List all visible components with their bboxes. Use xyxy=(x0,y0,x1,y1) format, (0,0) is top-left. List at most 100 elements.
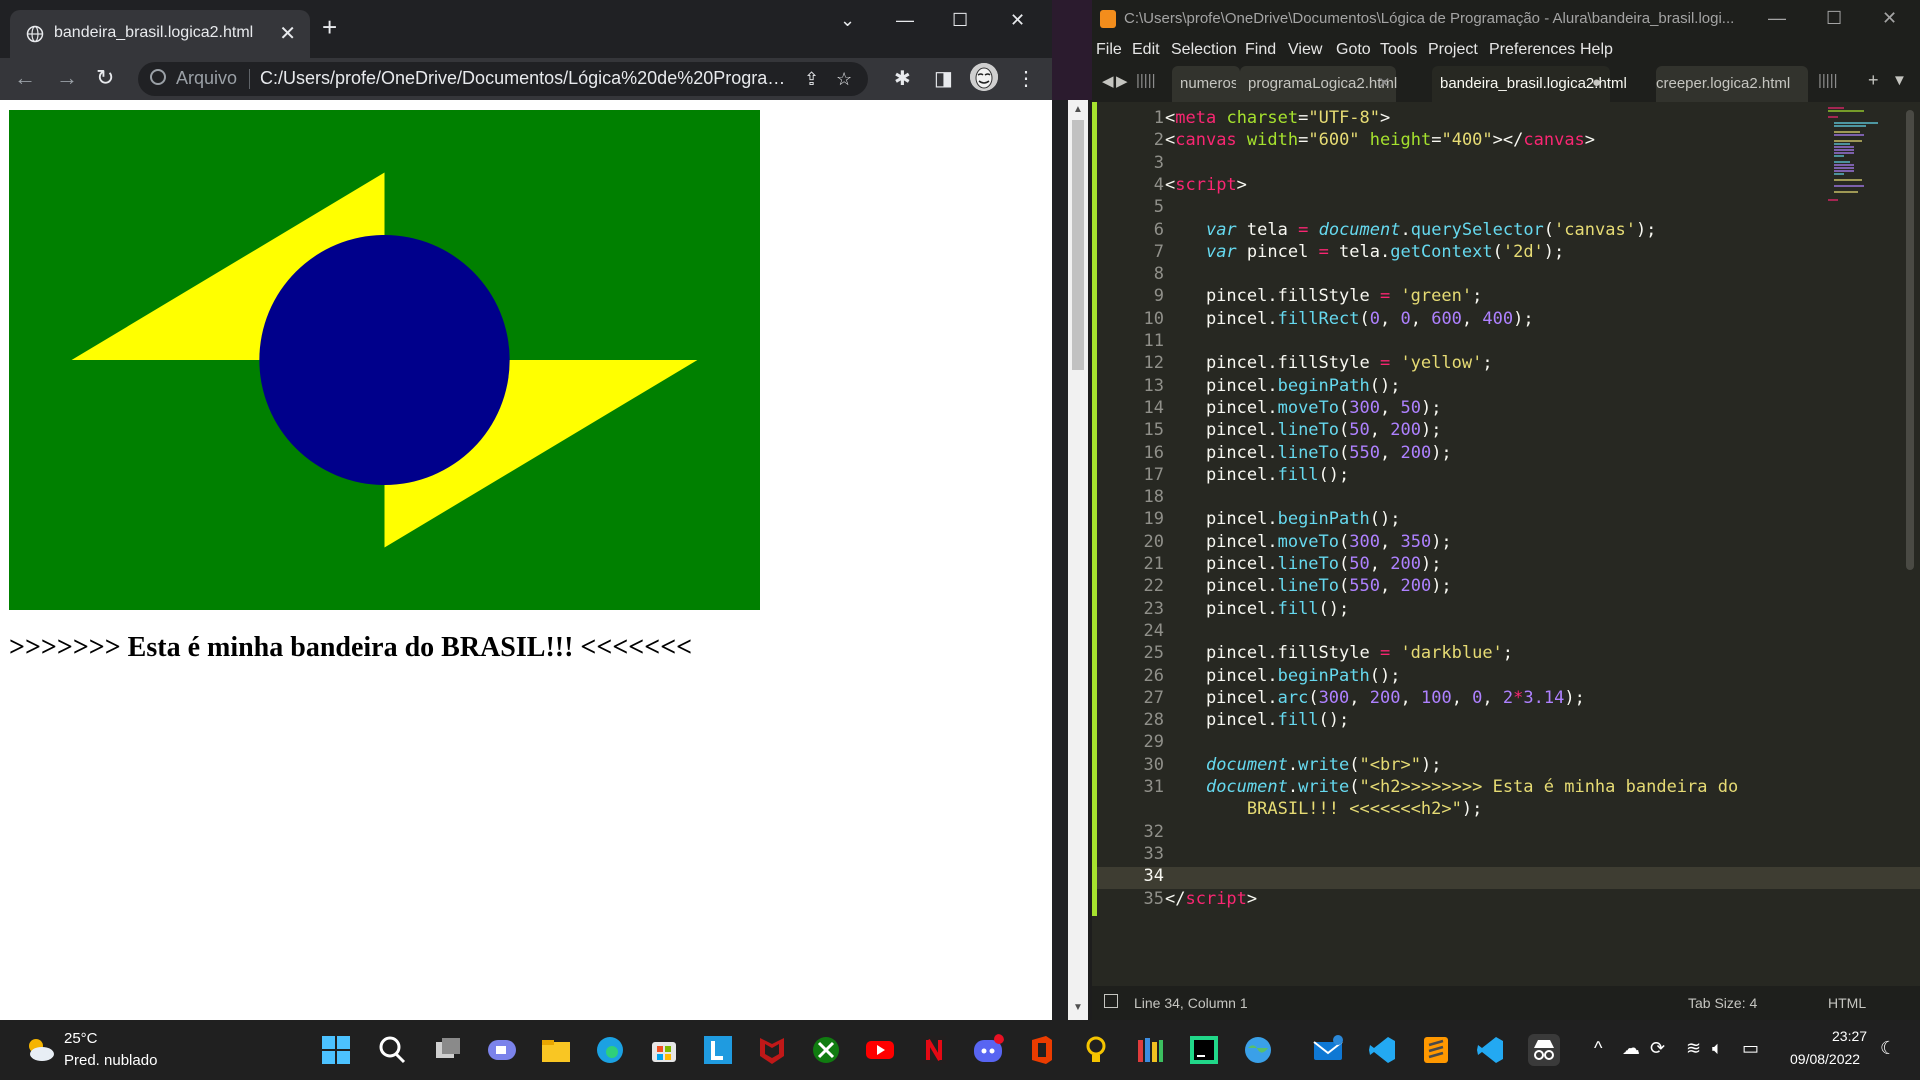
mcafee-icon[interactable] xyxy=(756,1034,788,1066)
new-tab-plus-icon[interactable]: + xyxy=(1868,70,1879,91)
vscode-icon[interactable] xyxy=(1366,1034,1398,1066)
notification-icon[interactable]: ☾ xyxy=(1880,1038,1896,1059)
menu-edit[interactable]: Edit xyxy=(1132,41,1160,59)
battery-icon[interactable]: ▭ xyxy=(1742,1038,1759,1059)
tab-programalogica2[interactable]: programaLogica2.html ✕ xyxy=(1240,66,1397,102)
editor-scrollbar-thumb[interactable] xyxy=(1906,110,1914,570)
tab-creeper[interactable]: creeper.logica2.html xyxy=(1656,66,1808,102)
menu-project[interactable]: Project xyxy=(1428,41,1478,59)
tab-list-dropdown-icon[interactable]: ▼ xyxy=(1892,72,1907,89)
netflix-icon[interactable] xyxy=(918,1034,950,1066)
panel-toggle-icon[interactable] xyxy=(1104,994,1118,1008)
windows-start-icon[interactable] xyxy=(320,1034,352,1066)
code-line[interactable]: pincel.beginPath(); xyxy=(1165,509,1401,529)
store-icon[interactable] xyxy=(648,1034,680,1066)
maximize-icon[interactable]: ☐ xyxy=(952,10,968,31)
sublime-text-icon[interactable] xyxy=(1420,1034,1452,1066)
back-icon[interactable]: ← xyxy=(14,66,36,90)
share-icon[interactable]: ⇪ xyxy=(804,69,819,90)
xbox-icon[interactable] xyxy=(810,1034,842,1066)
code-line[interactable]: <canvas width="600" height="400"></canva… xyxy=(1165,130,1595,150)
bookmark-star-icon[interactable]: ☆ xyxy=(836,69,852,90)
close-tab-icon[interactable]: ✕ xyxy=(279,21,296,46)
code-line[interactable]: pincel.fill(); xyxy=(1165,599,1349,619)
edge-browser-icon[interactable] xyxy=(594,1034,626,1066)
maximize-icon[interactable]: ☐ xyxy=(1826,8,1842,29)
menu-help[interactable]: Help xyxy=(1580,41,1613,59)
code-line[interactable]: document.write("<h2>>>>>>>> Esta é minha… xyxy=(1165,777,1738,797)
new-tab-button[interactable]: + xyxy=(322,14,337,40)
menu-dots-icon[interactable]: ⋮ xyxy=(1016,66,1036,91)
libraries-icon[interactable] xyxy=(1134,1034,1166,1066)
side-panel-icon[interactable]: ◨ xyxy=(934,66,953,91)
task-view-icon[interactable] xyxy=(432,1034,464,1066)
lightbulb-icon[interactable] xyxy=(1080,1034,1112,1066)
menu-selection[interactable]: Selection xyxy=(1171,41,1237,59)
youtube-icon[interactable] xyxy=(864,1034,896,1066)
scroll-up-icon[interactable]: ▲ xyxy=(1073,104,1083,115)
close-window-icon[interactable]: ✕ xyxy=(1882,8,1897,29)
menu-view[interactable]: View xyxy=(1288,41,1322,59)
menu-file[interactable]: File xyxy=(1096,41,1122,59)
close-window-icon[interactable]: ✕ xyxy=(1010,10,1025,31)
minimize-icon[interactable]: — xyxy=(896,10,914,31)
menu-tools[interactable]: Tools xyxy=(1380,41,1417,59)
tab-bandeira-brasil[interactable]: bandeira_brasil.logica2.html ● xyxy=(1432,66,1627,102)
browser-globe-icon[interactable] xyxy=(1242,1034,1274,1066)
code-line[interactable]: pincel.beginPath(); xyxy=(1165,666,1401,686)
sync-icon[interactable]: ⟳ xyxy=(1650,1038,1665,1059)
unsaved-dot-icon[interactable]: ● xyxy=(1592,74,1601,91)
address-bar[interactable]: Arquivo C:/Users/profe/OneDrive/Document… xyxy=(138,62,868,96)
show-hidden-icons-icon[interactable]: ^ xyxy=(1594,1038,1602,1059)
code-line[interactable]: pincel.lineTo(550, 200); xyxy=(1165,443,1452,463)
code-line[interactable]: <script> xyxy=(1165,175,1247,195)
menu-preferences[interactable]: Preferences xyxy=(1489,41,1575,59)
code-line[interactable]: pincel.lineTo(550, 200); xyxy=(1165,576,1452,596)
reload-icon[interactable]: ↻ xyxy=(96,66,114,90)
browser-tab[interactable]: bandeira_brasil.logica2.html ✕ xyxy=(10,10,310,58)
code-line[interactable]: var pincel = tela.getContext('2d'); xyxy=(1165,242,1564,262)
syntax-setting[interactable]: HTML xyxy=(1828,995,1866,1011)
close-tab-icon[interactable]: ✕ xyxy=(1378,74,1391,92)
tab-size-setting[interactable]: Tab Size: 4 xyxy=(1688,995,1757,1011)
app-l-icon[interactable] xyxy=(702,1034,734,1066)
office-icon[interactable] xyxy=(1026,1034,1058,1066)
code-line[interactable]: var tela = document.querySelector('canva… xyxy=(1165,220,1656,240)
code-line[interactable]: pincel.moveTo(300, 50); xyxy=(1165,398,1442,418)
teams-chat-icon[interactable] xyxy=(486,1034,518,1066)
extensions-icon[interactable]: ✱ xyxy=(894,66,911,91)
wifi-icon[interactable]: ≋ xyxy=(1686,1038,1701,1059)
tab-scroll-left-icon[interactable]: ◀ xyxy=(1102,72,1114,90)
weather-temperature[interactable]: 25°C xyxy=(64,1030,98,1047)
tab-numeros[interactable]: numeros_p xyxy=(1172,66,1240,102)
code-line[interactable]: </script> xyxy=(1165,889,1257,909)
mail-icon[interactable] xyxy=(1312,1034,1344,1066)
page-scrollbar[interactable]: ▲ ▼ xyxy=(1068,100,1088,1020)
code-line[interactable]: pincel.arc(300, 200, 100, 0, 2*3.14); xyxy=(1165,688,1585,708)
forward-icon[interactable]: → xyxy=(56,66,78,90)
url-text[interactable]: C:/Users/profe/OneDrive/Documentos/Lógic… xyxy=(260,68,786,89)
scrollbar-thumb[interactable] xyxy=(1072,120,1084,370)
menu-goto[interactable]: Goto xyxy=(1336,41,1371,59)
vscode-icon[interactable] xyxy=(1474,1034,1506,1066)
code-line[interactable]: pincel.moveTo(300, 350); xyxy=(1165,532,1452,552)
code-line[interactable]: pincel.beginPath(); xyxy=(1165,376,1401,396)
code-line[interactable]: pincel.lineTo(50, 200); xyxy=(1165,554,1442,574)
onedrive-cloud-icon[interactable]: ☁ xyxy=(1622,1038,1640,1059)
code-line[interactable]: pincel.fillStyle = 'green'; xyxy=(1165,286,1482,306)
menu-find[interactable]: Find xyxy=(1245,41,1276,59)
code-line[interactable]: pincel.fill(); xyxy=(1165,465,1349,485)
minimize-icon[interactable]: — xyxy=(1768,8,1786,29)
clock-date[interactable]: 09/08/2022 xyxy=(1790,1051,1860,1067)
code-line[interactable]: BRASIL!!! <<<<<<<h2>"); xyxy=(1165,799,1482,819)
avatar[interactable] xyxy=(970,63,998,91)
tab-search-icon[interactable]: ⌄ xyxy=(840,10,855,31)
code-line[interactable]: document.write("<br>"); xyxy=(1165,755,1441,775)
weather-cloud-icon[interactable] xyxy=(24,1034,56,1064)
search-icon[interactable] xyxy=(376,1034,408,1066)
minimap[interactable] xyxy=(1824,102,1904,202)
pycharm-icon[interactable] xyxy=(1188,1034,1220,1066)
incognito-chrome-icon[interactable] xyxy=(1528,1034,1560,1066)
code-line[interactable]: <meta charset="UTF-8"> xyxy=(1165,108,1390,128)
file-explorer-icon[interactable] xyxy=(540,1034,572,1066)
